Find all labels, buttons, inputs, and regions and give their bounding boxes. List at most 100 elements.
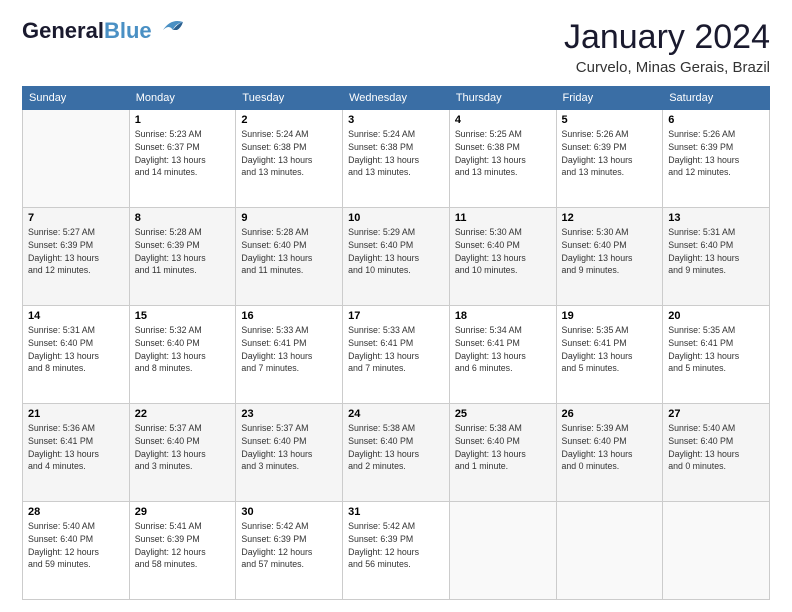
day-info: Sunrise: 5:35 AM Sunset: 6:41 PM Dayligh… bbox=[562, 324, 658, 375]
day-info: Sunrise: 5:24 AM Sunset: 6:38 PM Dayligh… bbox=[348, 128, 444, 179]
day-number: 15 bbox=[135, 310, 231, 322]
day-number: 24 bbox=[348, 408, 444, 420]
day-info: Sunrise: 5:40 AM Sunset: 6:40 PM Dayligh… bbox=[668, 422, 764, 473]
day-number: 9 bbox=[241, 212, 337, 224]
day-info: Sunrise: 5:37 AM Sunset: 6:40 PM Dayligh… bbox=[241, 422, 337, 473]
day-number: 19 bbox=[562, 310, 658, 322]
day-info: Sunrise: 5:39 AM Sunset: 6:40 PM Dayligh… bbox=[562, 422, 658, 473]
calendar-cell: 18 Sunrise: 5:34 AM Sunset: 6:41 PM Dayli… bbox=[449, 306, 556, 404]
week-row-2: 7Sunrise: 5:27 AM Sunset: 6:39 PM Daylig… bbox=[23, 208, 770, 306]
day-info: Sunrise: 5:30 AM Sunset: 6:40 PM Dayligh… bbox=[562, 226, 658, 277]
page: GeneralBlue January 2024 Curvelo, Minas … bbox=[0, 0, 792, 612]
calendar-cell: 29 Sunrise: 5:41 AM Sunset: 6:39 PM Dayli… bbox=[129, 502, 236, 600]
day-info: Sunrise: 5:28 AM Sunset: 6:39 PM Dayligh… bbox=[135, 226, 231, 277]
day-number: 27 bbox=[668, 408, 764, 420]
day-info: Sunrise: 5:38 AM Sunset: 6:40 PM Dayligh… bbox=[348, 422, 444, 473]
day-info: Sunrise: 5:36 AM Sunset: 6:41 PM Dayligh… bbox=[28, 422, 124, 473]
calendar-cell bbox=[23, 110, 130, 208]
title-block: January 2024 Curvelo, Minas Gerais, Braz… bbox=[564, 18, 770, 76]
day-number: 31 bbox=[348, 506, 444, 518]
day-number: 22 bbox=[135, 408, 231, 420]
day-info: Sunrise: 5:29 AM Sunset: 6:40 PM Dayligh… bbox=[348, 226, 444, 277]
day-number: 26 bbox=[562, 408, 658, 420]
day-info: Sunrise: 5:26 AM Sunset: 6:39 PM Dayligh… bbox=[562, 128, 658, 179]
header: GeneralBlue January 2024 Curvelo, Minas … bbox=[22, 18, 770, 76]
day-header-friday: Friday bbox=[556, 87, 663, 110]
day-info: Sunrise: 5:41 AM Sunset: 6:39 PM Dayligh… bbox=[135, 520, 231, 571]
calendar-cell: 9 Sunrise: 5:28 AM Sunset: 6:40 PM Daylig… bbox=[236, 208, 343, 306]
day-number: 25 bbox=[455, 408, 551, 420]
day-info: Sunrise: 5:28 AM Sunset: 6:40 PM Dayligh… bbox=[241, 226, 337, 277]
logo-bird-icon bbox=[155, 16, 187, 38]
day-number: 14 bbox=[28, 310, 124, 322]
calendar-cell: 16 Sunrise: 5:33 AM Sunset: 6:41 PM Dayli… bbox=[236, 306, 343, 404]
day-header-monday: Monday bbox=[129, 87, 236, 110]
calendar-cell: 10 Sunrise: 5:29 AM Sunset: 6:40 PM Dayli… bbox=[343, 208, 450, 306]
calendar-cell: 31 Sunrise: 5:42 AM Sunset: 6:39 PM Dayli… bbox=[343, 502, 450, 600]
logo: GeneralBlue bbox=[22, 18, 187, 44]
day-info: Sunrise: 5:31 AM Sunset: 6:40 PM Dayligh… bbox=[28, 324, 124, 375]
day-info: Sunrise: 5:23 AM Sunset: 6:37 PM Dayligh… bbox=[135, 128, 231, 179]
day-info: Sunrise: 5:32 AM Sunset: 6:40 PM Dayligh… bbox=[135, 324, 231, 375]
day-header-wednesday: Wednesday bbox=[343, 87, 450, 110]
calendar-cell: 2Sunrise: 5:24 AM Sunset: 6:38 PM Daylig… bbox=[236, 110, 343, 208]
month-title: January 2024 bbox=[564, 18, 770, 57]
day-number: 23 bbox=[241, 408, 337, 420]
day-info: Sunrise: 5:37 AM Sunset: 6:40 PM Dayligh… bbox=[135, 422, 231, 473]
week-row-1: 1 Sunrise: 5:23 AM Sunset: 6:37 PM Daylig… bbox=[23, 110, 770, 208]
calendar-cell bbox=[556, 502, 663, 600]
calendar-cell: 27 Sunrise: 5:40 AM Sunset: 6:40 PM Dayli… bbox=[663, 404, 770, 502]
day-number: 13 bbox=[668, 212, 764, 224]
calendar-cell bbox=[449, 502, 556, 600]
calendar-table: SundayMondayTuesdayWednesdayThursdayFrid… bbox=[22, 86, 770, 600]
day-number: 29 bbox=[135, 506, 231, 518]
day-number: 18 bbox=[455, 310, 551, 322]
calendar-cell: 25 Sunrise: 5:38 AM Sunset: 6:40 PM Dayli… bbox=[449, 404, 556, 502]
calendar-cell: 12 Sunrise: 5:30 AM Sunset: 6:40 PM Dayli… bbox=[556, 208, 663, 306]
day-info: Sunrise: 5:38 AM Sunset: 6:40 PM Dayligh… bbox=[455, 422, 551, 473]
day-number: 3 bbox=[348, 114, 444, 126]
calendar-header-row: SundayMondayTuesdayWednesdayThursdayFrid… bbox=[23, 87, 770, 110]
day-header-thursday: Thursday bbox=[449, 87, 556, 110]
day-number: 30 bbox=[241, 506, 337, 518]
day-info: Sunrise: 5:26 AM Sunset: 6:39 PM Dayligh… bbox=[668, 128, 764, 179]
day-info: Sunrise: 5:27 AM Sunset: 6:39 PM Dayligh… bbox=[28, 226, 124, 277]
day-info: Sunrise: 5:31 AM Sunset: 6:40 PM Dayligh… bbox=[668, 226, 764, 277]
calendar-cell: 28 Sunrise: 5:40 AM Sunset: 6:40 PM Dayli… bbox=[23, 502, 130, 600]
day-number: 17 bbox=[348, 310, 444, 322]
day-number: 8 bbox=[135, 212, 231, 224]
day-info: Sunrise: 5:42 AM Sunset: 6:39 PM Dayligh… bbox=[348, 520, 444, 571]
calendar-cell: 26 Sunrise: 5:39 AM Sunset: 6:40 PM Dayli… bbox=[556, 404, 663, 502]
day-number: 5 bbox=[562, 114, 658, 126]
location: Curvelo, Minas Gerais, Brazil bbox=[564, 59, 770, 76]
calendar-cell: 14 Sunrise: 5:31 AM Sunset: 6:40 PM Dayli… bbox=[23, 306, 130, 404]
day-number: 16 bbox=[241, 310, 337, 322]
day-number: 20 bbox=[668, 310, 764, 322]
day-info: Sunrise: 5:33 AM Sunset: 6:41 PM Dayligh… bbox=[241, 324, 337, 375]
calendar-cell: 30 Sunrise: 5:42 AM Sunset: 6:39 PM Dayli… bbox=[236, 502, 343, 600]
calendar-cell: 20Sunrise: 5:35 AM Sunset: 6:41 PM Dayli… bbox=[663, 306, 770, 404]
day-number: 21 bbox=[28, 408, 124, 420]
calendar-cell: 3 Sunrise: 5:24 AM Sunset: 6:38 PM Daylig… bbox=[343, 110, 450, 208]
day-number: 10 bbox=[348, 212, 444, 224]
day-info: Sunrise: 5:33 AM Sunset: 6:41 PM Dayligh… bbox=[348, 324, 444, 375]
calendar-cell: 24 Sunrise: 5:38 AM Sunset: 6:40 PM Dayli… bbox=[343, 404, 450, 502]
day-number: 1 bbox=[135, 114, 231, 126]
day-number: 12 bbox=[562, 212, 658, 224]
day-header-sunday: Sunday bbox=[23, 87, 130, 110]
calendar-cell: 7Sunrise: 5:27 AM Sunset: 6:39 PM Daylig… bbox=[23, 208, 130, 306]
day-number: 4 bbox=[455, 114, 551, 126]
calendar-cell: 19 Sunrise: 5:35 AM Sunset: 6:41 PM Dayli… bbox=[556, 306, 663, 404]
day-number: 2 bbox=[241, 114, 337, 126]
day-info: Sunrise: 5:34 AM Sunset: 6:41 PM Dayligh… bbox=[455, 324, 551, 375]
calendar-cell: 8 Sunrise: 5:28 AM Sunset: 6:39 PM Daylig… bbox=[129, 208, 236, 306]
day-info: Sunrise: 5:42 AM Sunset: 6:39 PM Dayligh… bbox=[241, 520, 337, 571]
day-info: Sunrise: 5:40 AM Sunset: 6:40 PM Dayligh… bbox=[28, 520, 124, 571]
day-number: 6 bbox=[668, 114, 764, 126]
calendar-cell bbox=[663, 502, 770, 600]
week-row-4: 21 Sunrise: 5:36 AM Sunset: 6:41 PM Dayli… bbox=[23, 404, 770, 502]
logo-text: GeneralBlue bbox=[22, 18, 152, 44]
calendar-cell: 11Sunrise: 5:30 AM Sunset: 6:40 PM Dayli… bbox=[449, 208, 556, 306]
calendar-cell: 21 Sunrise: 5:36 AM Sunset: 6:41 PM Dayli… bbox=[23, 404, 130, 502]
day-number: 28 bbox=[28, 506, 124, 518]
